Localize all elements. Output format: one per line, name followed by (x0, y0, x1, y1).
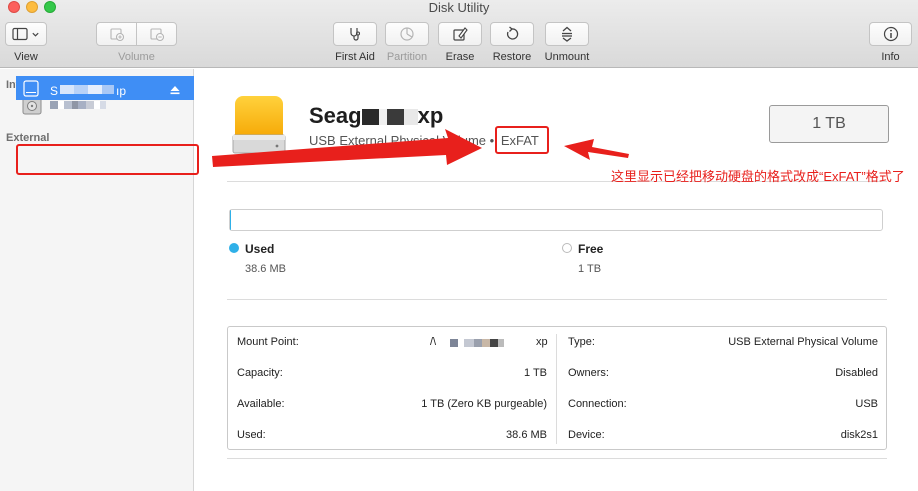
drive-size: 1 TB (769, 105, 889, 143)
erase-button[interactable] (438, 22, 482, 46)
mount-point-suffix: xp (536, 336, 548, 348)
used-legend-dot (229, 243, 239, 253)
sidebar-header-external: External (6, 132, 50, 144)
highlight-box-format (495, 126, 549, 154)
arrow-to-format-icon (564, 139, 629, 160)
remove-volume-button[interactable] (136, 22, 177, 46)
sidebar-layout-icon (12, 27, 28, 41)
owners-value: Disabled (835, 367, 878, 379)
device-label: Device: (568, 429, 605, 441)
toolbar: Disk Utility View Volume First Aid Parti… (0, 0, 918, 68)
capacity-value: 1 TB (523, 367, 547, 379)
mount-point-redacted (440, 339, 504, 347)
info-table-divider (556, 334, 557, 444)
remove-volume-icon (149, 28, 164, 42)
mount-point-prefix: /\ (430, 336, 437, 348)
sidebar: Internal External (0, 69, 194, 491)
erase-label: Erase (445, 51, 475, 63)
drive-name-prefix: Seag (309, 103, 362, 128)
info-button[interactable] (869, 22, 912, 46)
unmount-label: Unmount (544, 51, 590, 63)
first-aid-button[interactable] (333, 22, 377, 46)
partition-button[interactable] (385, 22, 429, 46)
window-title: Disk Utility (428, 0, 490, 15)
drive-name: Seag xp (309, 103, 443, 129)
available-value: 1 TB (Zero KB purgeable) (421, 398, 547, 410)
view-label: View (14, 51, 38, 63)
usage-bar (229, 209, 883, 231)
sidebar-item-label-suffix: ıp (116, 84, 127, 98)
capacity-label: Capacity: (237, 367, 283, 379)
free-legend-value: 1 TB (578, 263, 602, 275)
connection-label: Connection: (568, 398, 627, 410)
unmount-button[interactable] (545, 22, 589, 46)
restore-button[interactable] (490, 22, 534, 46)
highlight-box-selected-disk (16, 144, 199, 175)
sidebar-item-label-redacted (60, 85, 114, 94)
mount-point-label: Mount Point: (237, 336, 299, 348)
info-icon (883, 26, 898, 42)
type-label: Type: (568, 336, 595, 348)
pie-partition-icon (400, 27, 414, 41)
free-legend-label: Free (578, 242, 604, 256)
sidebar-item-label: S (50, 84, 59, 98)
info-label: Info (881, 51, 900, 63)
restore-arrow-icon (506, 26, 519, 40)
add-volume-button[interactable] (96, 22, 137, 46)
volume-label: Volume (118, 51, 155, 63)
external-disk-icon (23, 80, 39, 97)
available-label: Available: (237, 398, 285, 410)
free-legend-dot (562, 243, 572, 253)
usage-bar-used-fill (230, 210, 231, 230)
first-aid-label: First Aid (335, 51, 375, 63)
annotation-text: 这里显示已经把移动硬盘的格式改成“ExFAT”格式了 (611, 169, 905, 184)
divider (227, 458, 887, 459)
external-drive-icon (232, 96, 286, 154)
used-value: 38.6 MB (506, 429, 547, 441)
divider (227, 299, 887, 300)
used-legend-label: Used (245, 242, 275, 256)
used-legend-value: 38.6 MB (245, 263, 286, 275)
used-label: Used: (237, 429, 266, 441)
stethoscope-icon (350, 28, 361, 41)
add-volume-icon (109, 28, 124, 42)
chevron-down-icon (32, 32, 39, 37)
drive-name-redacted (361, 109, 418, 125)
eject-icon[interactable] (170, 85, 180, 95)
drive-type: USB External Physical Volume • (309, 133, 495, 148)
erase-pencil-icon (453, 27, 468, 41)
owners-label: Owners: (568, 367, 609, 379)
unmount-icon (562, 26, 572, 42)
partition-label: Partition (386, 51, 428, 63)
type-value: USB External Physical Volume (728, 336, 878, 348)
sidebar-item-internal-disk[interactable] (50, 101, 106, 109)
drive-name-suffix: xp (417, 103, 444, 128)
connection-value: USB (855, 398, 878, 410)
restore-label: Restore (492, 51, 532, 63)
device-value: disk2s1 (840, 429, 878, 441)
view-button[interactable] (5, 22, 47, 46)
